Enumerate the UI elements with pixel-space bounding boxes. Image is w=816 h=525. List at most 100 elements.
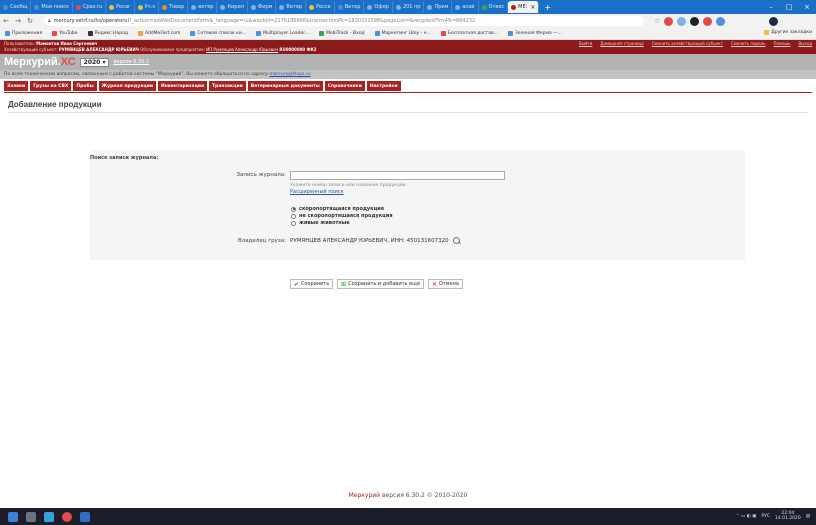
other-bookmarks[interactable]: Другие закладки (764, 30, 812, 35)
maximize-button[interactable]: □ (780, 3, 798, 11)
radio-nonperishable[interactable]: не скоропортящаяся продукция (291, 213, 393, 219)
menu-item[interactable]: Настройки (366, 81, 401, 91)
bookmark-icon (440, 31, 446, 36)
bookmark-item[interactable]: Сетевой список ки... (190, 31, 246, 36)
browser-tab[interactable]: Ветер (335, 1, 365, 13)
header-link[interactable]: Выход (799, 41, 812, 46)
browser-tab[interactable]: Фирм (248, 1, 277, 13)
menu-item[interactable]: Грузы на СВХ (30, 81, 72, 91)
biz-place-link[interactable]: ИП Румянцев Александр Юрьевич (206, 47, 278, 52)
radio-button[interactable] (291, 213, 296, 219)
file-explorer-icon[interactable] (44, 511, 54, 522)
language-indicator[interactable]: РУС (761, 514, 770, 519)
header-link[interactable]: Помощь (773, 41, 790, 46)
radio-perishable[interactable]: скоропортящаяся продукция (291, 206, 384, 212)
bookmark-item[interactable]: MobiTrack - Вход (319, 31, 365, 36)
bookmarks-bar: Приложения YouTube Яндекс.Народ AddMeFast.c… (0, 28, 816, 40)
minimize-button[interactable]: – (762, 3, 780, 11)
bookmark-item[interactable]: Маркетинг Шоу - н... (374, 31, 431, 36)
menu-item[interactable]: Пробы (73, 81, 97, 91)
year-select[interactable]: 2020 ▾ (79, 57, 110, 67)
menu-item[interactable]: Заявки (4, 81, 29, 91)
browser-tab[interactable]: ветер (188, 1, 218, 13)
browser-tab[interactable]: Ветер (276, 1, 307, 13)
url-input[interactable]: 🔒︎ mercury.vetrf.ru/hs/operatorui ?_acti… (44, 16, 644, 26)
title-divider (8, 112, 808, 113)
browser-tab[interactable]: Cpas.ru (73, 1, 107, 13)
menu-item[interactable]: Инвентаризация (158, 81, 207, 91)
browser-tab[interactable]: Росаг (106, 1, 135, 13)
browser-tab[interactable]: Сообщ (0, 1, 32, 13)
extension-icon[interactable] (677, 16, 687, 26)
header-link[interactable]: Домашняя страница (600, 41, 643, 46)
menu-item[interactable]: Справочники (324, 81, 365, 91)
menu-item[interactable]: Транзакции (208, 81, 246, 91)
forward-icon[interactable]: → (12, 17, 24, 25)
version-link[interactable]: версия 6.30.2 (113, 59, 149, 65)
browser-tab[interactable]: Товар (159, 1, 189, 13)
browser-tab[interactable]: Отвес (479, 1, 509, 13)
header-link[interactable]: Сменить хозяйствующий субъект (652, 41, 723, 46)
extension-icon[interactable] (716, 16, 726, 26)
browser-tab[interactable]: Россе (306, 1, 335, 13)
bookmark-icon (319, 31, 325, 36)
chrome-icon[interactable] (62, 511, 72, 522)
browser-tab[interactable]: Уч.э (135, 1, 159, 13)
user-prefix: Пользователь: (4, 41, 35, 46)
browser-tab[interactable]: асай (452, 1, 479, 13)
new-tab-button[interactable]: + (539, 3, 556, 12)
menu-item[interactable]: Ветеринарные документы (247, 81, 323, 91)
reload-icon[interactable]: ↻ (24, 17, 36, 25)
save-and-add-button[interactable]: ⊞ Сохранить и добавить еще (337, 279, 424, 289)
header-link[interactable]: Выйти (579, 41, 592, 46)
close-tab-icon[interactable]: × (530, 4, 535, 11)
start-icon[interactable] (8, 511, 18, 522)
star-icon[interactable]: ☆ (654, 17, 660, 26)
task-view-icon[interactable] (26, 511, 36, 522)
biz-name: РУМЯНЦЕВ АЛЕКСАНДР ЮРЬЕВИЧ (58, 47, 139, 52)
tab-favicon-icon (427, 4, 433, 10)
app-icon[interactable] (80, 511, 90, 522)
extension-icon[interactable] (690, 16, 700, 26)
cancel-button[interactable]: ✕ Отмена (427, 279, 463, 289)
bookmark-item[interactable]: Multiplayer Leader... (256, 31, 309, 36)
search-icon[interactable] (452, 237, 461, 245)
radio-live-animals[interactable]: живые животные (291, 220, 350, 226)
journal-record-input[interactable] (290, 171, 505, 180)
owner-label: Владелец груза: (237, 238, 286, 244)
tab-favicon-icon (511, 4, 517, 10)
bookmark-item[interactable]: Яндекс.Народ (87, 31, 128, 36)
browser-tab[interactable]: 201 пр (393, 1, 425, 13)
radio-button[interactable] (291, 206, 296, 212)
extension-icon[interactable] (664, 16, 674, 26)
bookmark-item[interactable]: Приложения (5, 31, 42, 36)
address-bar: ← → ↻ 🔒︎ mercury.vetrf.ru/hs/operatorui … (0, 14, 816, 28)
save-button[interactable]: ✔ Сохранить (290, 279, 334, 289)
tray-icons[interactable]: ⌃ ▭ ◐ ▣ (736, 514, 757, 519)
extension-icon[interactable] (703, 16, 713, 26)
profile-avatar[interactable] (769, 16, 779, 26)
notification-icon[interactable]: ▤ (806, 514, 810, 519)
back-icon[interactable]: ← (0, 17, 12, 25)
browser-tab-active[interactable]: МЕ: × (508, 1, 540, 13)
support-email-link[interactable]: mercury@fsvps.ru (269, 72, 310, 77)
bookmark-item[interactable]: Бесплатная достав... (440, 31, 498, 36)
header-link[interactable]: Сменить пароль (731, 41, 765, 46)
clock[interactable]: 22:04 14.01.2020 (775, 511, 801, 521)
menu-item[interactable]: Журнал продукции (98, 81, 157, 91)
url-query: ?_action=addVetDocumentForm&_language=ru… (128, 18, 476, 24)
browser-tab[interactable]: Офор (364, 1, 393, 13)
browser-tab[interactable]: Мои поиск (31, 1, 73, 13)
form-buttons: ✔ Сохранить ⊞ Сохранить и добавить еще ✕… (290, 279, 463, 289)
close-window-button[interactable]: × (798, 3, 816, 11)
advanced-search-link[interactable]: Расширенный поиск (290, 189, 344, 195)
journal-label: Запись журнала: (236, 172, 287, 178)
radio-label: живые животные (299, 220, 350, 226)
bookmark-item[interactable]: Зеленая Ферма —... (507, 31, 562, 36)
browser-tab[interactable]: Кирил (217, 1, 248, 13)
bookmark-item[interactable]: AddMeFast.com (137, 31, 180, 36)
bookmark-item[interactable]: YouTube (52, 31, 78, 36)
browser-tab[interactable]: Прим (424, 1, 453, 13)
menu-divider (4, 92, 812, 93)
radio-button[interactable] (291, 220, 296, 226)
